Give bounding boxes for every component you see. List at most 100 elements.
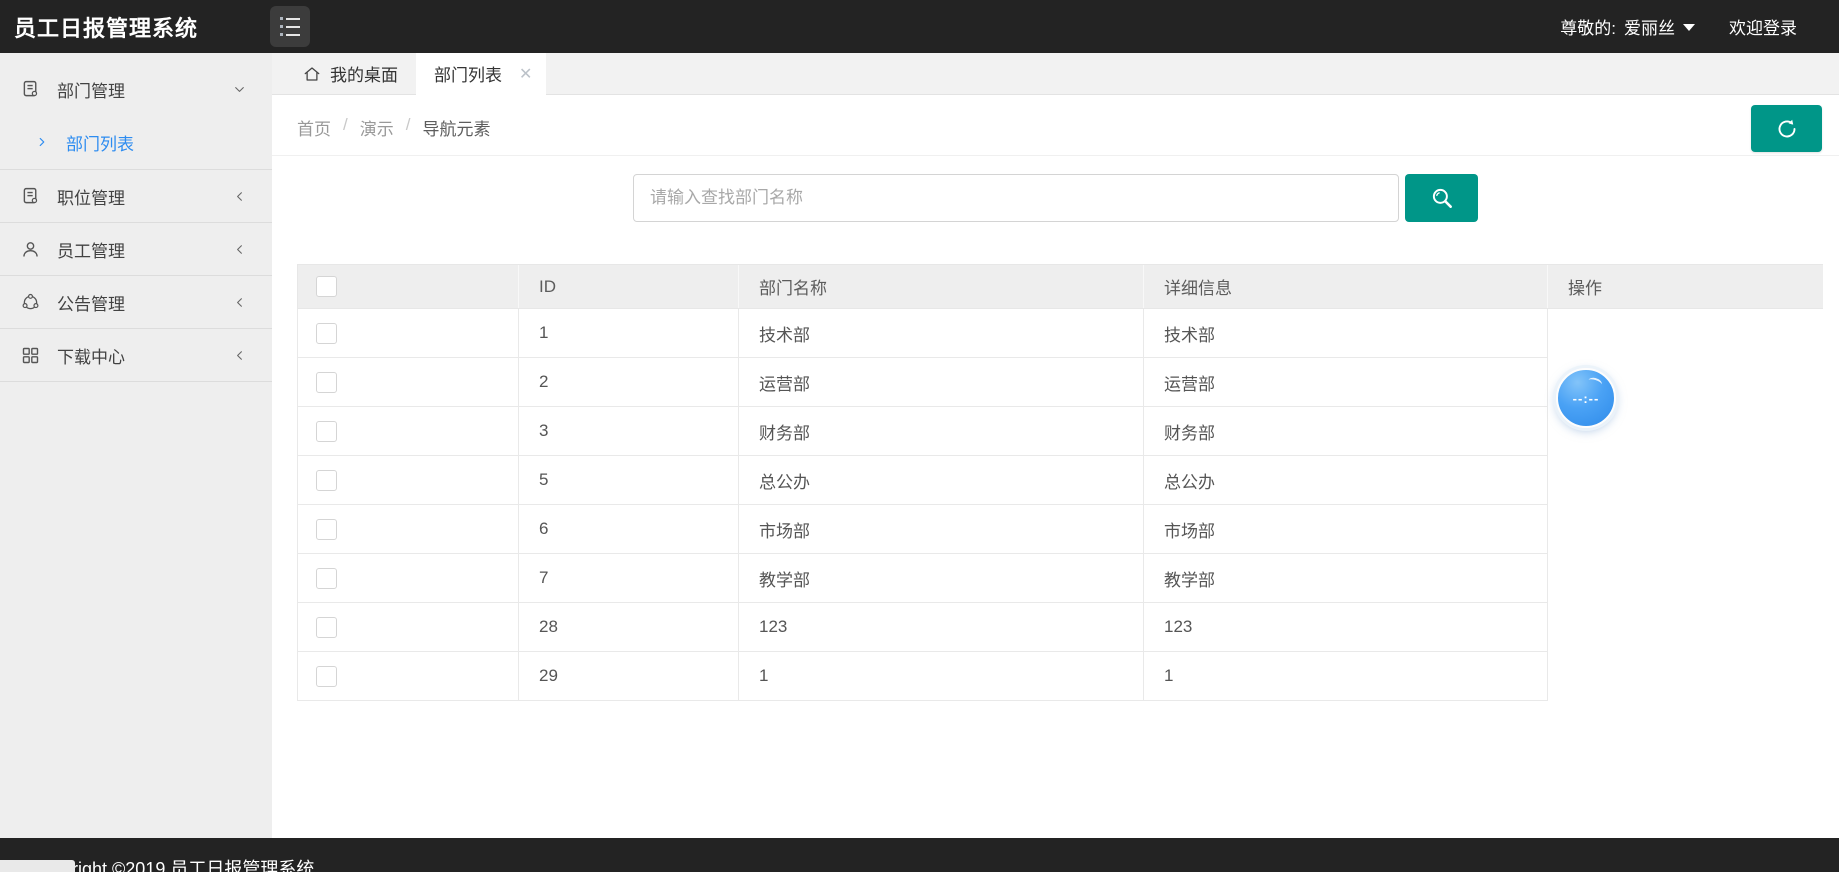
cell-id: 6 [518, 504, 739, 554]
sidebar-item-下载中心[interactable]: 下载中心 [0, 329, 272, 381]
search-button[interactable] [1405, 174, 1478, 222]
app-title: 员工日报管理系统 [14, 15, 199, 41]
table-row: 5 总公办 总公办 [297, 455, 1823, 505]
column-header: 操作 [1547, 264, 1823, 309]
sidebar-toggle-button[interactable] [270, 6, 310, 47]
row-select-cell [297, 357, 519, 407]
table-header-row: ID 部门名称 详细信息 操作 [297, 264, 1823, 309]
cell-info: 财务部 [1143, 406, 1548, 456]
row-select-cell [297, 308, 519, 358]
menu-group: 公告管理 [0, 276, 272, 329]
share-icon [20, 292, 41, 313]
cell-id: 1 [518, 308, 739, 358]
row-checkbox[interactable] [316, 469, 337, 491]
cell-name: 技术部 [738, 308, 1144, 358]
cell-info: 市场部 [1143, 504, 1548, 554]
sidebar-item-公告管理[interactable]: 公告管理 [0, 276, 272, 328]
breadcrumb-separator: / [343, 115, 348, 134]
row-select-cell [297, 406, 519, 456]
cell-info: 运营部 [1143, 357, 1548, 407]
select-all-checkbox[interactable] [316, 276, 337, 297]
header-select-cell [297, 264, 519, 309]
cell-operations [1547, 651, 1823, 701]
table-row: 1 技术部 技术部 [297, 308, 1823, 358]
row-select-cell [297, 455, 519, 505]
cell-operations [1547, 308, 1823, 358]
row-select-cell [297, 651, 519, 701]
row-checkbox[interactable] [316, 322, 337, 344]
search-row [272, 174, 1839, 222]
cell-name: 总公办 [738, 455, 1144, 505]
table-row: 29 1 1 [297, 651, 1823, 701]
cell-name: 123 [738, 602, 1144, 652]
search-icon [1429, 185, 1455, 211]
column-header: 详细信息 [1143, 264, 1548, 309]
chevron-left-icon [233, 243, 246, 256]
close-icon[interactable]: ✕ [519, 64, 532, 84]
breadcrumb-link[interactable]: 首页 [297, 115, 331, 140]
refresh-button[interactable] [1751, 105, 1822, 152]
breadcrumb-current: 导航元素 [422, 120, 491, 139]
cell-info: 教学部 [1143, 553, 1548, 603]
table-wrap: ID 部门名称 详细信息 操作 1 技术部 技术部 2 运营部 运营部 3 财务部 财务部 5 总公办 总公… [297, 264, 1823, 701]
topbar-right: 尊敬的: 爱丽丝 欢迎登录 [1560, 0, 1797, 53]
cell-name: 财务部 [738, 406, 1144, 456]
chevron-left-icon [233, 296, 246, 309]
username: 爱丽丝 [1624, 19, 1675, 38]
breadcrumb: 首页 / 演示 / 导航元素 [297, 115, 490, 140]
clock-text: --:-- [1572, 390, 1600, 406]
table-row: 28 123 123 [297, 602, 1823, 652]
chevron-left-icon [233, 349, 246, 362]
row-select-cell [297, 602, 519, 652]
row-checkbox[interactable] [316, 616, 337, 638]
cell-name: 教学部 [738, 553, 1144, 603]
breadcrumb-link[interactable]: 演示 [360, 115, 394, 140]
search-input[interactable] [633, 174, 1399, 222]
cell-operations [1547, 553, 1823, 603]
breadcrumb-separator: / [405, 115, 411, 134]
menu-group: 下载中心 [0, 329, 272, 382]
cell-name: 市场部 [738, 504, 1144, 554]
menu-group: 部门管理 部门列表 [0, 53, 272, 170]
row-select-cell [297, 504, 519, 554]
list-icon [280, 17, 300, 20]
caret-down-icon [1683, 24, 1695, 31]
sidebar-item-员工管理[interactable]: 员工管理 [0, 223, 272, 275]
chevron-down-icon [233, 83, 246, 96]
footer: Copyright ©2019 员工日报管理系统 [0, 838, 1839, 872]
cell-info: 技术部 [1143, 308, 1548, 358]
row-select-cell [297, 553, 519, 603]
cell-name: 运营部 [738, 357, 1144, 407]
column-header: ID [518, 264, 739, 309]
app-window: 员工日报管理系统 尊敬的: 爱丽丝 欢迎登录 部门管理 部门列表 职位管理 员工… [0, 0, 1839, 872]
cell-operations [1547, 602, 1823, 652]
contacts-icon [20, 79, 41, 100]
row-checkbox[interactable] [316, 420, 337, 442]
user-dropdown[interactable]: 尊敬的: 爱丽丝 [1560, 14, 1695, 39]
sidebar-item-职位管理[interactable]: 职位管理 [0, 170, 272, 222]
clock-widget[interactable]: --:-- [1556, 368, 1616, 428]
welcome-login-link[interactable]: 欢迎登录 [1729, 14, 1797, 39]
refresh-icon [1775, 117, 1799, 141]
row-checkbox[interactable] [316, 518, 337, 540]
breadcrumb-row: 首页 / 演示 / 导航元素 [272, 95, 1839, 156]
row-checkbox[interactable] [316, 567, 337, 589]
row-checkbox[interactable] [316, 371, 337, 393]
topbar: 员工日报管理系统 尊敬的: 爱丽丝 欢迎登录 [0, 0, 1839, 53]
sidebar: 部门管理 部门列表 职位管理 员工管理 公告管理 下载中心 [0, 53, 272, 838]
tab-bar: 我的桌面 部门列表 ✕ [272, 53, 1839, 95]
sidebar-item-部门管理[interactable]: 部门管理 [0, 63, 272, 115]
user-icon [20, 239, 41, 260]
tab-我的桌面[interactable]: 我的桌面 [285, 53, 416, 94]
cell-id: 28 [518, 602, 739, 652]
browser-status-bubble [0, 860, 75, 872]
tab-部门列表[interactable]: 部门列表 ✕ [416, 53, 547, 95]
main-content: 我的桌面部门列表✕ 首页/演示/导航元素 ID部门名称详细信息操作 1技术部技术… [272, 53, 1839, 838]
chevron-right-icon [36, 136, 48, 148]
cell-id: 3 [518, 406, 739, 456]
cell-info: 1 [1143, 651, 1548, 701]
cell-name: 1 [738, 651, 1144, 701]
department-table: ID 部门名称 详细信息 操作 1 技术部 技术部 2 运营部 运营部 3 财务部 财务部 5 总公办 总公… [297, 264, 1823, 701]
row-checkbox[interactable] [316, 665, 337, 687]
sidebar-subitem-部门列表[interactable]: 部门列表 [0, 115, 272, 169]
